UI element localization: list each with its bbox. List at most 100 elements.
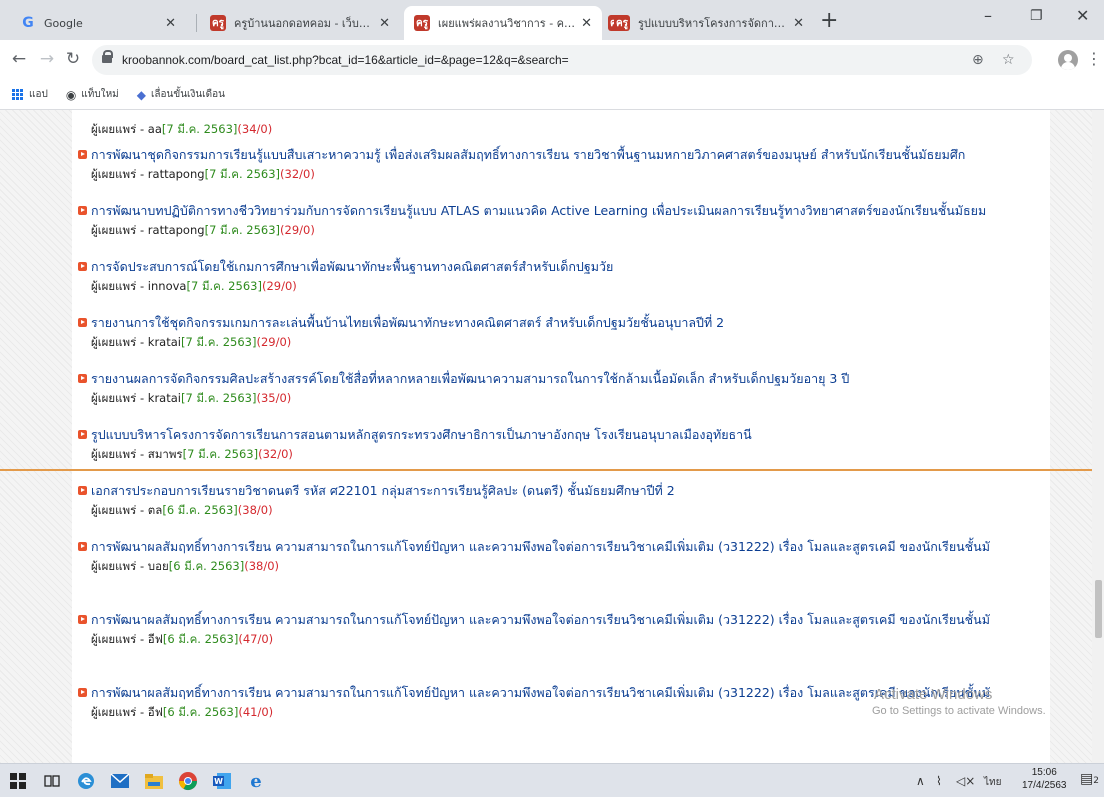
publisher-name[interactable]: อีฟ (148, 632, 163, 646)
publish-date: 7 มี.ค. 2563 (190, 279, 258, 293)
article-title-link[interactable]: รายงานการใช้ชุดกิจกรรมเกมการละเล่นพื้นบ้… (78, 314, 1053, 331)
notification-center-icon[interactable]: ▤2 (1080, 771, 1099, 787)
publish-date: 6 มี.ค. 2563 (173, 559, 240, 573)
scrollbar-track[interactable] (1092, 110, 1104, 763)
bookmark-apps[interactable]: แอป (12, 87, 48, 102)
publisher-name[interactable]: อีฟ (148, 705, 163, 719)
publisher-name[interactable]: สมาพร (148, 447, 183, 461)
article-meta: ผู้เผยแพร่ - kratai[7 มี.ค. 2563](35/0) (78, 390, 1053, 406)
article-meta: ผู้เผยแพร่ - kratai[7 มี.ค. 2563](29/0) (78, 334, 1053, 350)
tab-academic-articles[interactable]: ครู เผยแพร่ผลงานวิชาการ - ครูบ้านนอก ✕ (404, 6, 602, 40)
bookmark-new-tab[interactable]: ◉ แท็บใหม่ (66, 87, 119, 102)
apps-grid-icon (12, 89, 23, 100)
article-meta: ผู้เผยแพร่ - aa[7 มี.ค. 2563](34/0) (78, 121, 1053, 137)
address-bar[interactable]: kroobannok.com/board_cat_list.php?bcat_i… (92, 45, 1032, 75)
list-item: การพัฒนาผลสัมฤทธิ์ทางการเรียน ความสามารถ… (78, 611, 1053, 647)
tab-title: รูปแบบบริหารโครงการจัดการเรียนการส (638, 17, 787, 30)
url-text: kroobannok.com/board_cat_list.php?bcat_i… (122, 53, 569, 67)
close-icon[interactable]: ✕ (379, 16, 390, 31)
taskbar-clock[interactable]: 15:06 17/4/2563 (1022, 766, 1067, 792)
publisher-name[interactable]: aa (148, 122, 162, 136)
article-meta: ผู้เผยแพร่ - สมาพร[7 มี.ค. 2563](32/0) (78, 446, 1053, 462)
publisher-name[interactable]: rattapong (148, 223, 205, 237)
article-title-link[interactable]: การพัฒนาผลสัมฤทธิ์ทางการเรียน ความสามารถ… (78, 611, 1053, 628)
bullet-arrow-icon (78, 150, 87, 159)
tab-kroobannok-home[interactable]: ครู ครูบ้านนอกดอทคอม - เว็บไซต์เพื่อครู … (200, 6, 400, 40)
close-icon[interactable]: ✕ (793, 16, 804, 31)
bullet-arrow-icon (78, 542, 87, 551)
publish-date: 6 มี.ค. 2563 (167, 632, 234, 646)
file-explorer-icon[interactable] (144, 771, 164, 791)
profile-avatar[interactable] (1058, 50, 1078, 70)
windows-start-icon[interactable] (8, 771, 28, 791)
publisher-label: ผู้เผยแพร่ (91, 335, 137, 349)
close-icon[interactable]: ✕ (581, 16, 592, 31)
list-item: ผู้เผยแพร่ - aa[7 มี.ค. 2563](34/0) (78, 118, 1053, 137)
publisher-name[interactable]: บอย (148, 559, 169, 573)
network-icon[interactable]: ⌇ (936, 774, 942, 788)
publisher-name[interactable]: kratai (148, 391, 181, 405)
meta-separator: - (136, 447, 148, 461)
zoom-icon[interactable]: ⊕ (972, 52, 984, 68)
meta-separator: - (136, 503, 148, 517)
view-reply-count: (29/0) (261, 279, 297, 293)
publish-date: 7 มี.ค. 2563 (209, 223, 276, 237)
restore-icon[interactable]: ❐ (1030, 8, 1043, 24)
publisher-name[interactable]: kratai (148, 335, 181, 349)
minimize-icon[interactable]: – (984, 6, 992, 25)
article-title-link[interactable]: การพัฒนาชุดกิจกรรมการเรียนรู้แบบสืบเสาะห… (78, 146, 1053, 163)
tab-strip: G Google ✕ ครู ครูบ้านนอกดอทคอม - เว็บไซ… (0, 0, 1104, 40)
article-title-link[interactable]: รายงานผลการจัดกิจกรรมศิลปะสร้างสรรค์โดยใ… (78, 370, 1053, 387)
tab-title: Google (44, 16, 83, 30)
activate-windows-watermark: Activate Windows Go to Settings to activ… (872, 686, 1046, 717)
publish-date: 7 มี.ค. 2563 (187, 447, 254, 461)
list-item: การจัดประสบการณ์โดยใช้เกมการศึกษาเพื่อพั… (78, 258, 1053, 294)
article-meta: ผู้เผยแพร่ - rattapong[7 มี.ค. 2563](32/… (78, 166, 1053, 182)
mail-icon[interactable] (110, 771, 130, 791)
task-view-icon[interactable] (42, 771, 62, 791)
article-title-link[interactable]: รูปแบบบริหารโครงการจัดการเรียนการสอนตามห… (78, 426, 1053, 443)
article-title-link[interactable]: เอกสารประกอบการเรียนรายวิชาดนตรี รหัส ศ2… (78, 482, 1053, 499)
back-arrow-icon[interactable]: ← (8, 49, 30, 69)
tab-title: เผยแพร่ผลงานวิชาการ - ครูบ้านนอก (438, 17, 575, 30)
bookmark-label: แท็บใหม่ (81, 89, 119, 100)
publish-date: 7 มี.ค. 2563 (185, 391, 252, 405)
forward-arrow-icon[interactable]: → (36, 49, 58, 69)
publisher-name[interactable]: ตล (148, 503, 163, 517)
word-icon[interactable]: W (212, 771, 232, 791)
star-icon[interactable]: ☆ (1002, 52, 1015, 68)
close-icon[interactable]: ✕ (165, 16, 176, 31)
reload-icon[interactable]: ↻ (62, 49, 84, 69)
scrollbar-thumb[interactable] (1095, 580, 1102, 638)
meta-separator: - (136, 223, 148, 237)
list-item: รายงานผลการจัดกิจกรรมศิลปะสร้างสรรค์โดยใ… (78, 370, 1053, 406)
article-meta: ผู้เผยแพร่ - ตล[6 มี.ค. 2563](38/0) (78, 502, 1053, 518)
edge-icon[interactable] (76, 771, 96, 791)
publisher-name[interactable]: innova (148, 279, 187, 293)
tab-separator (196, 14, 197, 32)
article-title-text: เอกสารประกอบการเรียนรายวิชาดนตรี รหัส ศ2… (91, 483, 675, 498)
article-title-text: การพัฒนาผลสัมฤทธิ์ทางการเรียน ความสามารถ… (91, 612, 990, 627)
ie-icon[interactable]: e (246, 771, 266, 791)
chrome-icon[interactable] (178, 771, 198, 791)
article-meta: ผู้เผยแพร่ - บอย[6 มี.ค. 2563](38/0) (78, 558, 1053, 574)
view-reply-count: (29/0) (280, 223, 315, 237)
right-background-pattern (1050, 110, 1092, 763)
view-reply-count: (32/0) (280, 167, 315, 181)
meta-separator: - (136, 335, 148, 349)
article-title-link[interactable]: การจัดประสบการณ์โดยใช้เกมการศึกษาเพื่อพั… (78, 258, 1053, 275)
volume-icon[interactable]: ◁× (956, 774, 975, 788)
window-close-icon[interactable]: ✕ (1076, 6, 1089, 25)
article-meta: ผู้เผยแพร่ - อีฟ[6 มี.ค. 2563](47/0) (78, 631, 1053, 647)
tab-project-model-title[interactable]: ครู รูปแบบบริหารโครงการจัดการเรียนการส ✕ (604, 6, 814, 40)
tab-google[interactable]: G Google ✕ (10, 6, 186, 40)
publisher-name[interactable]: rattapong (148, 167, 205, 181)
article-title-link[interactable]: การพัฒนาบทปฏิบัติการทางชีววิทยาร่วมกับกา… (78, 202, 1053, 219)
new-tab-button[interactable]: + (820, 8, 838, 33)
menu-dots-icon[interactable]: ⋮ (1086, 49, 1102, 68)
article-title-link[interactable]: การพัฒนาผลสัมฤทธิ์ทางการเรียน ความสามารถ… (78, 538, 1053, 555)
bookmark-salary[interactable]: ◆ เลื่อนขั้นเงินเดือน (137, 87, 225, 102)
list-item: เอกสารประกอบการเรียนรายวิชาดนตรี รหัส ศ2… (78, 482, 1053, 518)
input-language[interactable]: ไทย (984, 775, 1001, 790)
chevron-up-icon[interactable]: ∧ (916, 774, 925, 788)
